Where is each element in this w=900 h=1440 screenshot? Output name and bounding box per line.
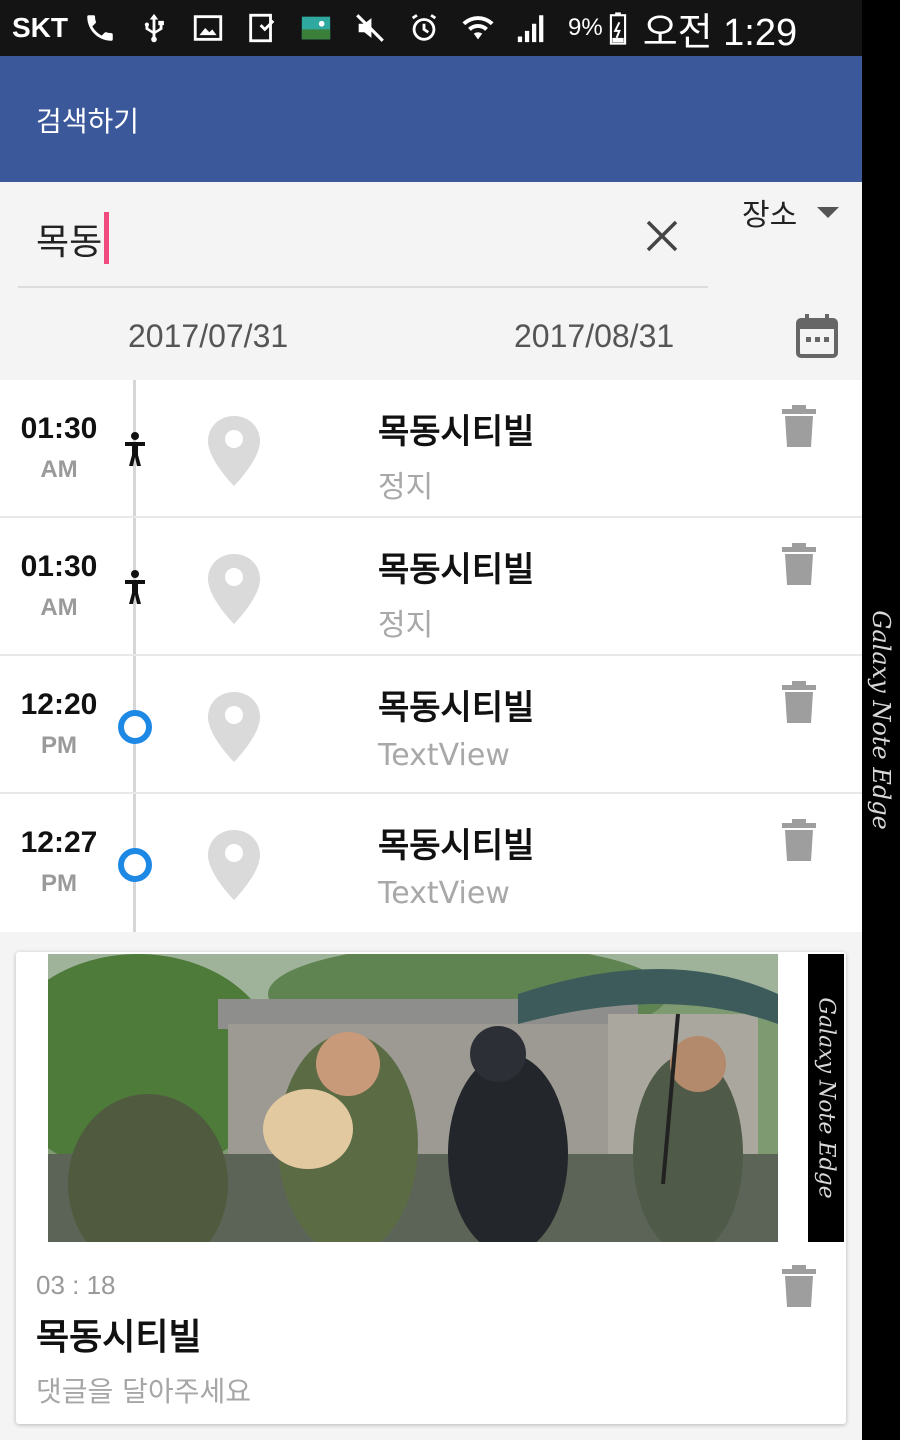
location-pin-icon xyxy=(208,692,260,762)
filter-dropdown[interactable]: 장소 xyxy=(742,190,854,234)
mute-icon xyxy=(352,10,388,46)
filter-selected-label: 장소 xyxy=(742,198,798,233)
timeline-row[interactable]: 12:27 PM 목동시티빌 TextView xyxy=(0,794,862,932)
card-time: 03 : 18 xyxy=(36,1270,116,1300)
search-field[interactable]: 목동 xyxy=(36,212,110,265)
timeline-list: 01:30 AM 목동시티빌 정지 01:30 AM 목동시티빌 정지 12:2… xyxy=(0,380,862,932)
calendar-icon xyxy=(796,314,838,358)
alarm-icon xyxy=(406,10,442,46)
row-ampm: PM xyxy=(41,732,77,759)
row-ampm: AM xyxy=(40,594,78,621)
timeline-row[interactable]: 01:30 AM 목동시티빌 정지 xyxy=(0,380,862,518)
row-title: 목동시티빌 xyxy=(378,412,535,452)
circle-marker-icon xyxy=(118,848,152,882)
trash-icon[interactable] xyxy=(780,404,818,448)
person-icon xyxy=(125,432,145,466)
circle-marker-icon xyxy=(118,710,152,744)
download-icon xyxy=(244,10,280,46)
trash-icon[interactable] xyxy=(780,1264,818,1308)
row-time: 12:20 xyxy=(20,688,98,721)
photo-image xyxy=(48,954,778,1242)
row-subtitle: 정지 xyxy=(378,608,434,643)
photo-card[interactable]: Galaxy Note Edge 03 : 18 목동시티빌 댓글을 달아주세요 xyxy=(16,952,846,1424)
signal-icon xyxy=(514,10,550,46)
trash-icon[interactable] xyxy=(780,542,818,586)
search-input[interactable]: 목동 xyxy=(18,192,708,288)
location-pin-icon xyxy=(208,830,260,900)
close-icon xyxy=(646,220,678,252)
row-title: 목동시티빌 xyxy=(378,826,535,866)
end-date[interactable]: 2017/08/31 xyxy=(514,318,674,355)
location-pin-icon xyxy=(208,416,260,486)
row-time: 01:30 xyxy=(20,412,98,445)
clear-button[interactable] xyxy=(640,214,684,258)
card-photo[interactable] xyxy=(48,954,778,1242)
row-subtitle: TextView xyxy=(378,876,510,911)
app-screen: SKT 9% 오전 1:29 검색하기 목동 장소 2017/07/31 201… xyxy=(0,0,862,1440)
battery-percent: 9% xyxy=(568,14,603,41)
card-title: 목동시티빌 xyxy=(36,1317,202,1358)
status-bar: SKT 9% 오전 1:29 xyxy=(0,0,862,56)
row-subtitle: TextView xyxy=(378,738,510,773)
calendar-button[interactable] xyxy=(794,312,840,360)
start-date[interactable]: 2017/07/31 xyxy=(128,318,288,355)
trash-icon[interactable] xyxy=(780,680,818,724)
usb-icon xyxy=(136,10,172,46)
row-time: 12:27 xyxy=(20,826,98,859)
text-cursor xyxy=(104,212,110,264)
timeline-row[interactable]: 12:20 PM 목동시티빌 TextView xyxy=(0,656,862,794)
row-ampm: AM xyxy=(40,456,78,483)
search-value: 목동 xyxy=(36,222,103,263)
dropdown-arrow-icon xyxy=(817,206,840,218)
person-icon xyxy=(125,570,145,604)
photo-edge-text: Galaxy Note Edge xyxy=(813,997,839,1199)
call-icon xyxy=(82,10,118,46)
timeline-row[interactable]: 01:30 AM 목동시티빌 정지 xyxy=(0,518,862,656)
page-title: 검색하기 xyxy=(36,105,140,138)
row-subtitle: 정지 xyxy=(378,470,434,505)
edge-panel-text: Galaxy Note Edge xyxy=(867,610,895,830)
location-pin-icon xyxy=(208,554,260,624)
app-bar: 검색하기 xyxy=(0,56,862,182)
row-ampm: PM xyxy=(41,870,77,897)
carrier-label: SKT xyxy=(12,12,68,43)
battery-icon xyxy=(607,10,629,46)
row-title: 목동시티빌 xyxy=(378,550,535,590)
comment-input[interactable]: 댓글을 달아주세요 xyxy=(36,1370,251,1410)
row-title: 목동시티빌 xyxy=(378,688,535,728)
wifi-icon xyxy=(460,10,496,46)
trash-icon[interactable] xyxy=(780,818,818,862)
status-clock: 오전 1:29 xyxy=(642,11,798,54)
row-time: 01:30 xyxy=(20,550,98,583)
gallery-icon xyxy=(298,10,334,46)
image-icon xyxy=(190,10,226,46)
